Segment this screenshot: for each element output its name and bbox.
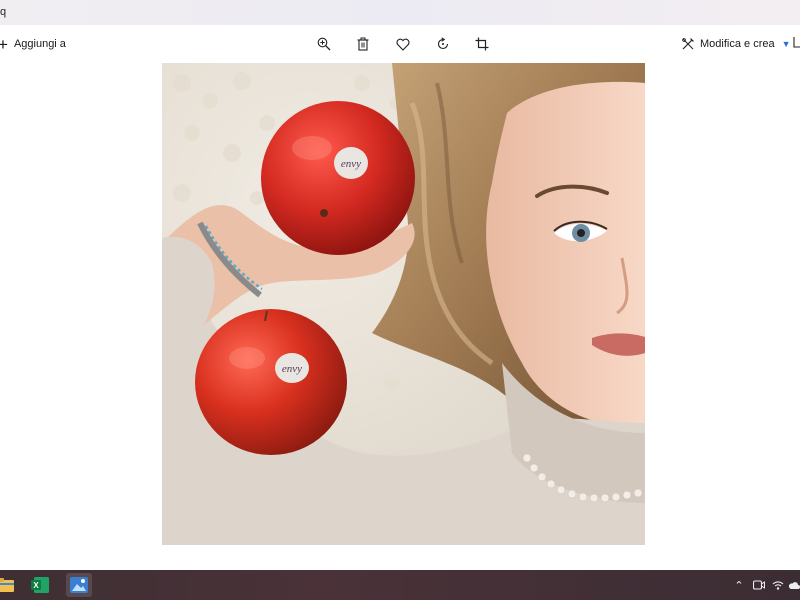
excel-button[interactable]: X [27, 573, 53, 597]
delete-button[interactable] [352, 34, 374, 54]
crop-button[interactable] [471, 34, 493, 54]
file-explorer-icon [0, 578, 14, 592]
window-title: q [0, 6, 7, 18]
file-explorer-button[interactable] [0, 573, 18, 597]
more-icon[interactable] [793, 35, 800, 49]
title-bar: q [0, 0, 800, 25]
add-to-label: Aggiungi a [13, 38, 66, 50]
favorite-icon [396, 38, 410, 51]
excel-icon: X [31, 577, 49, 593]
meet-icon [753, 580, 765, 590]
cloud-icon [788, 582, 800, 589]
wifi-icon [772, 581, 784, 590]
apple-sticker-bottom: envy [282, 363, 302, 375]
photo-view[interactable]: envy envy [162, 63, 645, 545]
cloud-button[interactable] [788, 576, 800, 594]
rotate-button[interactable] [432, 34, 454, 54]
svg-text:X: X [33, 581, 39, 590]
crop-icon [475, 37, 489, 51]
rotate-icon [437, 37, 449, 50]
taskbar: X ⌃ [0, 570, 800, 600]
zoom-in-icon [317, 37, 331, 51]
delete-icon [357, 37, 369, 51]
edit-and-create-button[interactable]: Modifica e crea ▼ [681, 34, 791, 54]
toolbar: + Aggiungi a Modifica e crea ▼ [0, 25, 800, 63]
wifi-button[interactable] [771, 576, 785, 594]
chevron-down-icon: ▼ [781, 39, 791, 49]
photos-icon [70, 577, 88, 593]
favorite-button[interactable] [392, 34, 414, 54]
photo-image: envy envy [162, 63, 645, 545]
plus-icon: + [0, 34, 8, 54]
show-hidden-icons[interactable]: ⌃ [733, 576, 745, 594]
zoom-in-button[interactable] [313, 34, 335, 54]
chevron-up-icon: ⌃ [734, 579, 744, 592]
photos-button[interactable] [66, 573, 92, 597]
edit-icon [682, 38, 694, 50]
edit-and-create-label: Modifica e crea [700, 38, 775, 50]
meet-now-button[interactable] [752, 576, 766, 594]
apple-sticker-top: envy [341, 158, 361, 170]
add-to-button[interactable]: + Aggiungi a [0, 34, 66, 54]
